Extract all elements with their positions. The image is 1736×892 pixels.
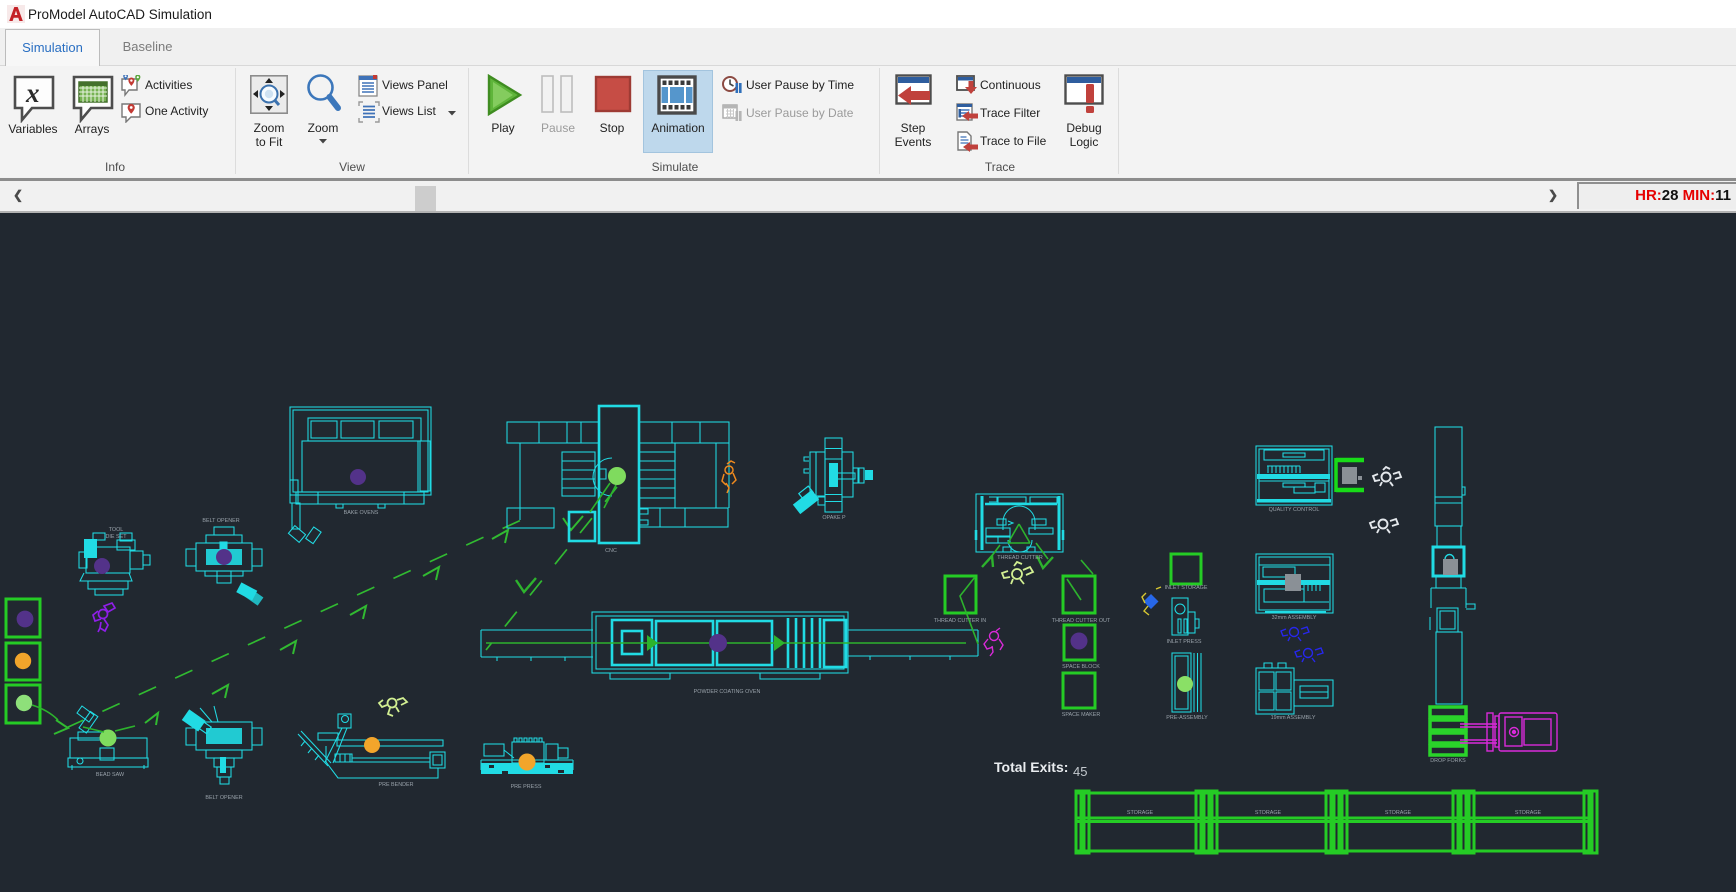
svg-text:DROP FORKS: DROP FORKS: [1430, 758, 1466, 764]
svg-text:SPACE MAKER: SPACE MAKER: [1062, 712, 1101, 718]
svg-text:THREAD CUTTER: THREAD CUTTER: [997, 555, 1043, 561]
svg-text:INLET STORAGE: INLET STORAGE: [1165, 585, 1208, 591]
svg-text:OPAKE P: OPAKE P: [822, 515, 846, 521]
svg-text:DIE SET: DIE SET: [106, 534, 128, 540]
svg-text:STORAGE: STORAGE: [1515, 810, 1542, 816]
svg-text:STORAGE: STORAGE: [1255, 810, 1282, 816]
svg-text:STORAGE: STORAGE: [1127, 810, 1154, 816]
svg-text:THREAD CUTTER IN: THREAD CUTTER IN: [934, 618, 987, 624]
svg-text:SPACE BLOCK: SPACE BLOCK: [1062, 664, 1100, 670]
svg-text:BEAD SAW: BEAD SAW: [96, 772, 125, 778]
svg-text:BAKE OVENS: BAKE OVENS: [344, 510, 379, 516]
svg-text:PRE BENDER: PRE BENDER: [378, 782, 413, 788]
svg-text:QUALITY CONTROL: QUALITY CONTROL: [1269, 507, 1320, 513]
svg-text:TOOL: TOOL: [109, 527, 124, 533]
svg-text:32mm ASSEMBLY: 32mm ASSEMBLY: [1272, 615, 1317, 621]
svg-text:Total Exits:: Total Exits:: [994, 759, 1068, 775]
svg-text:INLET PRESS: INLET PRESS: [1167, 639, 1202, 645]
svg-text:CNC: CNC: [605, 548, 617, 554]
svg-text:PRE PRESS: PRE PRESS: [511, 784, 542, 790]
svg-text:45: 45: [1073, 764, 1087, 779]
svg-text:19mm ASSEMBLY: 19mm ASSEMBLY: [1271, 715, 1316, 721]
svg-text:POWDER COATING OVEN: POWDER COATING OVEN: [694, 689, 761, 695]
svg-text:x: x: [25, 78, 40, 108]
svg-text:THREAD CUTTER OUT: THREAD CUTTER OUT: [1052, 618, 1111, 624]
svg-text:BELT OPENER: BELT OPENER: [205, 795, 242, 801]
svg-text:PRE-ASSEMBLY: PRE-ASSEMBLY: [1166, 715, 1208, 721]
svg-text:STORAGE: STORAGE: [1385, 810, 1412, 816]
svg-text:BELT OPENER: BELT OPENER: [202, 518, 239, 524]
